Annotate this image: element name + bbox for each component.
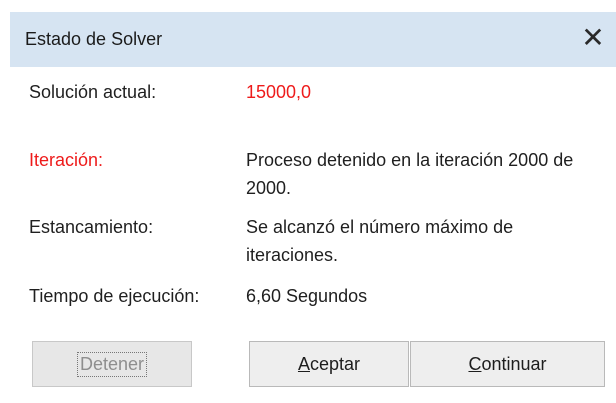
current-solution-label: Solución actual:: [29, 82, 157, 102]
accept-button-label: Aceptar: [298, 354, 360, 375]
solver-status-dialog: Estado de Solver ✕ Solución actual: 1500…: [0, 0, 616, 403]
continue-rest: ontinuar: [481, 353, 547, 374]
stagnation-value: Se alcanzó el número máximo de iteracion…: [246, 217, 514, 265]
accept-rest: ceptar: [309, 353, 361, 374]
runtime-label: Tiempo de ejecución:: [29, 286, 200, 306]
runtime-value: 6,60 Segundos: [246, 286, 368, 306]
continue-button-label: Continuar: [468, 354, 546, 375]
stagnation-label: Estancamiento:: [29, 217, 154, 237]
dialog-content: Solución actual: 15000,0 Iteración: Proc…: [10, 67, 616, 403]
accept-mnemonic: A: [297, 353, 310, 374]
stop-button-label: Detener: [76, 351, 148, 377]
iteration-value: Proceso detenido en la iteración 2000 de…: [246, 150, 574, 198]
stop-button[interactable]: Detener: [32, 341, 192, 387]
iteration-label: Iteración:: [29, 150, 104, 170]
continue-mnemonic: C: [468, 353, 482, 374]
close-icon[interactable]: ✕: [576, 21, 610, 55]
accept-button[interactable]: Aceptar: [249, 341, 409, 387]
current-solution-value: 15000,0: [246, 82, 312, 102]
title-bar: Estado de Solver ✕: [10, 12, 616, 67]
window-title: Estado de Solver: [25, 29, 163, 49]
continue-button[interactable]: Continuar: [410, 341, 605, 387]
